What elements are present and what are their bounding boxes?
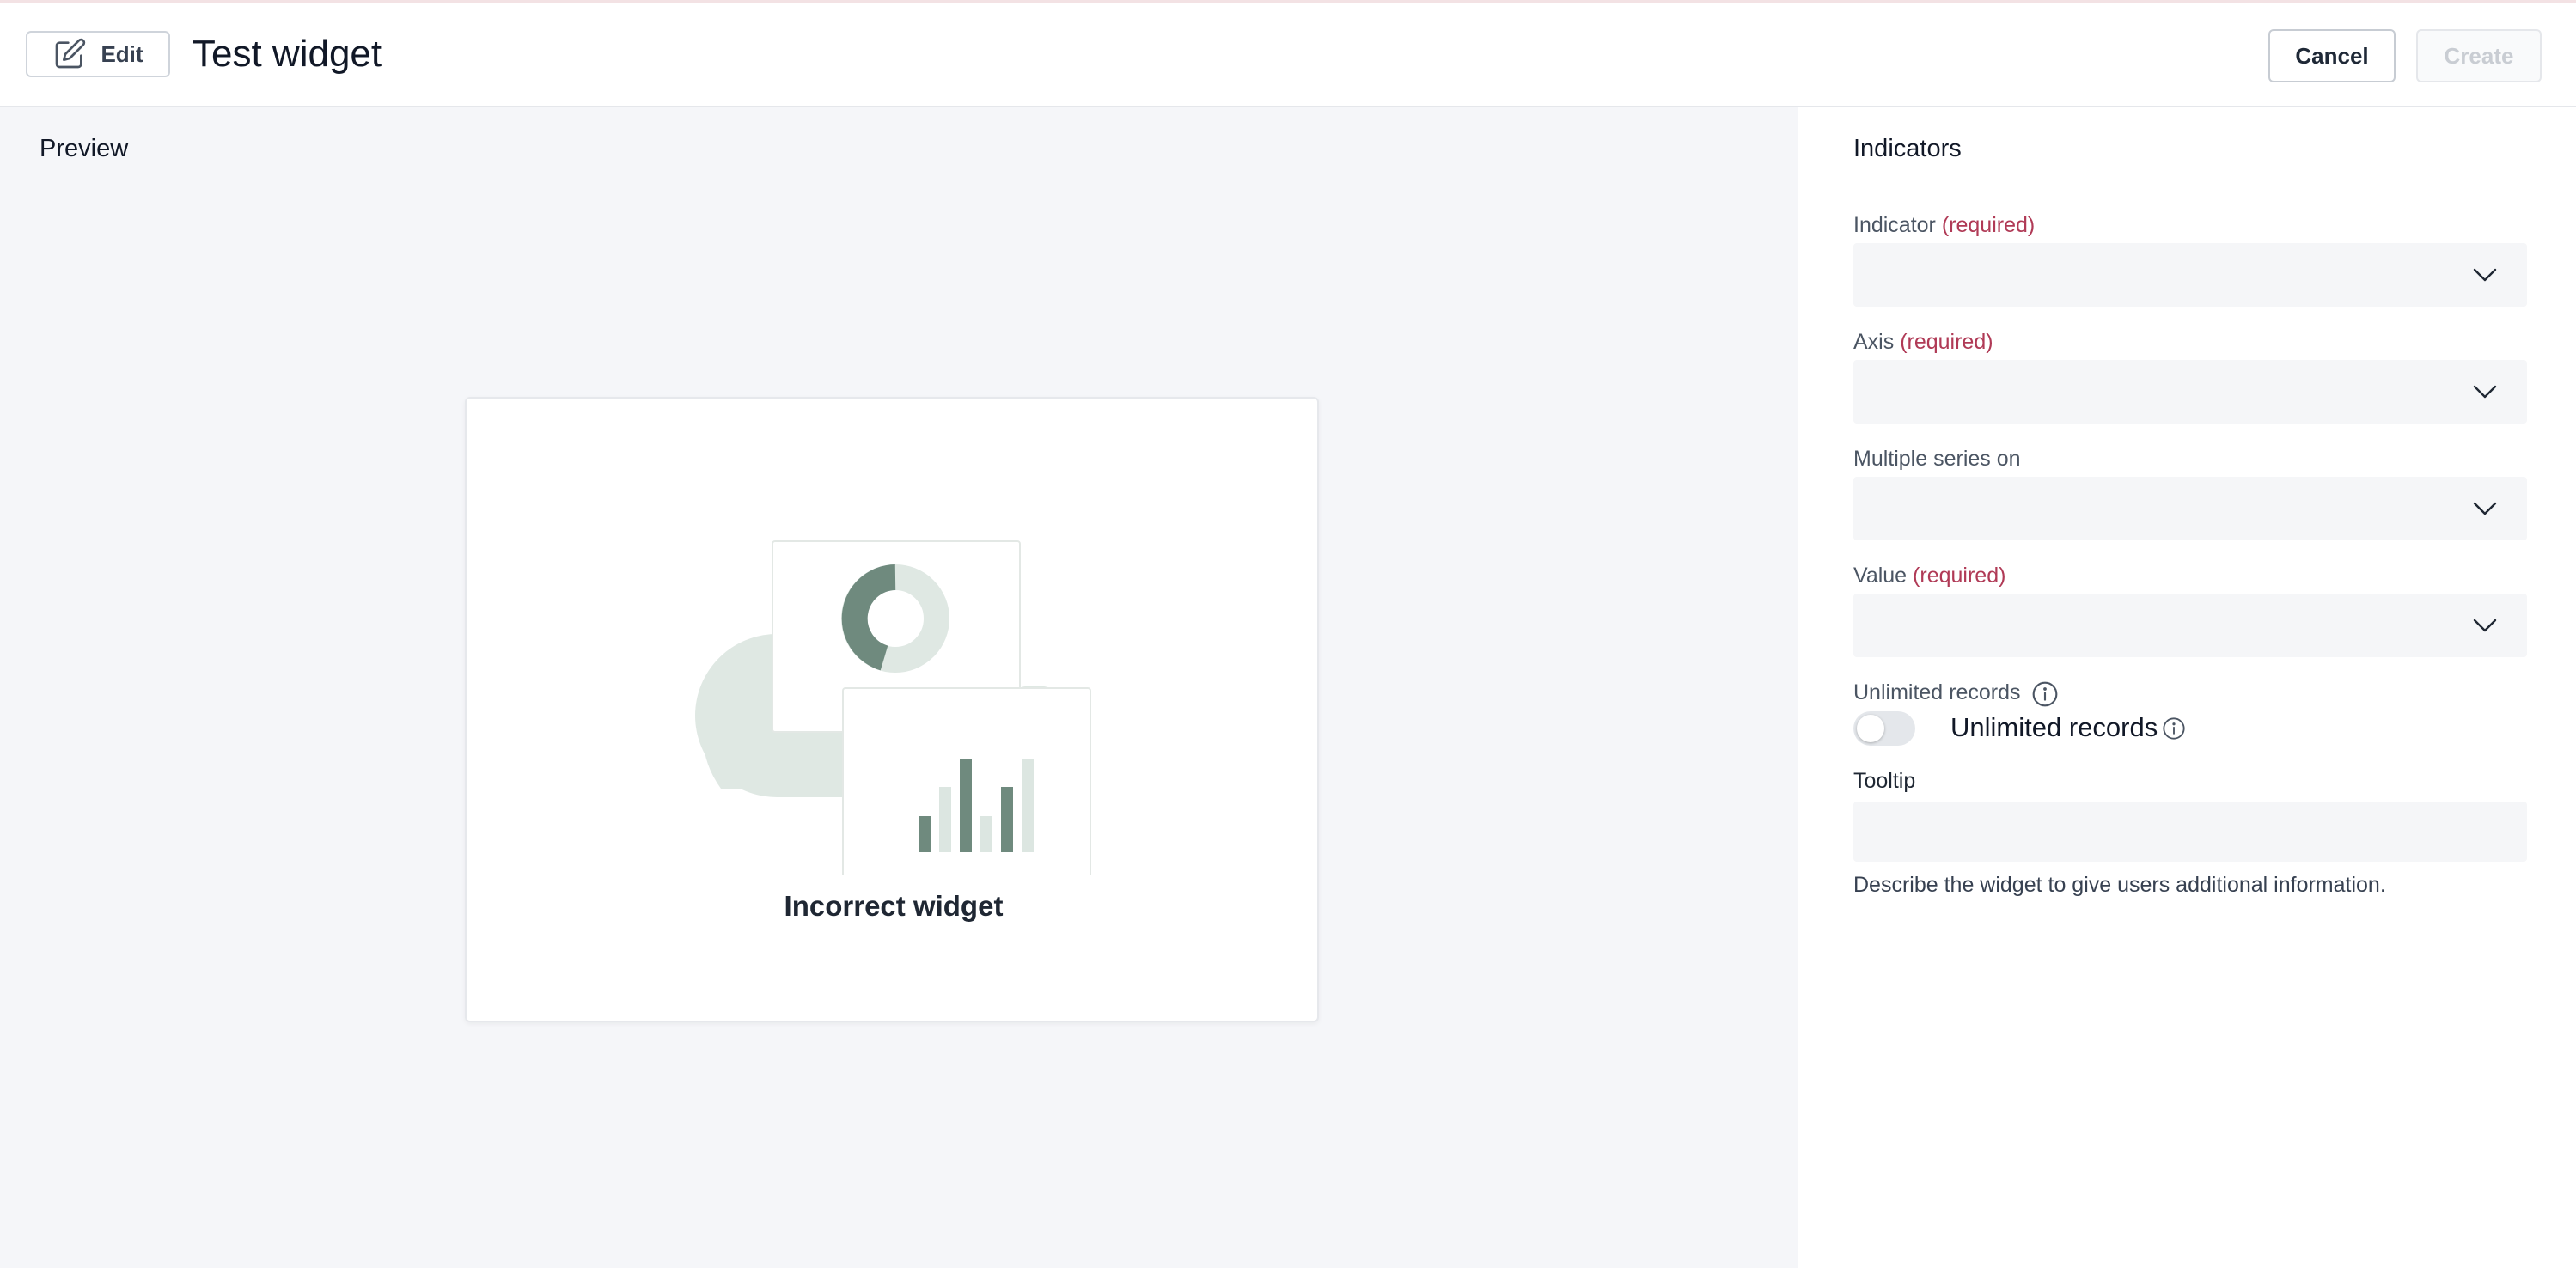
bar: [919, 816, 931, 852]
multiple-series-label: Multiple series on: [1853, 447, 2021, 472]
indicators-panel: Indicators Indicator (required) Axis (re…: [1798, 107, 2576, 1268]
chevron-down-icon: [2473, 502, 2497, 515]
value-required-text: (required): [1913, 564, 2006, 588]
create-button[interactable]: Create: [2416, 29, 2542, 82]
page-title: Test widget: [192, 33, 382, 75]
axis-required-text: (required): [1900, 330, 1993, 354]
unlimited-records-label-text: Unlimited records: [1853, 680, 2021, 704]
bar: [980, 816, 992, 852]
value-label-text: Value: [1853, 564, 1908, 588]
tooltip-label: Tooltip: [1853, 769, 1915, 794]
info-icon[interactable]: [2031, 680, 2059, 708]
preview-area: Preview Incorrect widget: [0, 107, 1798, 1268]
chevron-down-icon: [2473, 385, 2497, 399]
unlimited-records-label: Unlimited records: [1853, 680, 2021, 705]
multiple-series-label-text: Multiple series on: [1853, 447, 2021, 471]
panel-title: Indicators: [1853, 135, 1962, 162]
axis-label-text: Axis: [1853, 330, 1895, 354]
indicator-label: Indicator (required): [1853, 213, 2035, 238]
bar: [1001, 787, 1013, 852]
header: Edit Test widget Cancel Create: [0, 3, 2576, 107]
edit-button[interactable]: Edit: [26, 31, 170, 77]
toggle-knob: [1857, 715, 1884, 742]
tooltip-input[interactable]: [1853, 802, 2527, 862]
incorrect-widget-message: Incorrect widget: [784, 890, 1004, 922]
chevron-down-icon: [2473, 268, 2497, 282]
bar: [1022, 759, 1034, 852]
tooltip-label-text: Tooltip: [1853, 769, 1916, 793]
info-icon[interactable]: [2162, 716, 2186, 741]
edit-button-label: Edit: [101, 40, 143, 67]
edit-pencil-icon: [56, 38, 86, 69]
tooltip-helper-text: Describe the widget to give users additi…: [1853, 873, 2386, 897]
cancel-button[interactable]: Cancel: [2268, 29, 2396, 82]
preview-heading: Preview: [40, 135, 129, 162]
indicator-label-text: Indicator: [1853, 213, 1936, 237]
incorrect-widget-illustration: [695, 540, 1091, 875]
chevron-down-icon: [2473, 619, 2497, 632]
bar: [960, 759, 972, 852]
axis-select[interactable]: [1853, 360, 2527, 424]
widget-preview-card: Incorrect widget: [465, 397, 1319, 1022]
multiple-series-select[interactable]: [1853, 477, 2527, 540]
value-select[interactable]: [1853, 594, 2527, 657]
unlimited-records-toggle[interactable]: [1853, 711, 1915, 746]
indicator-required-text: (required): [1941, 213, 2036, 237]
unlimited-records-toggle-label: Unlimited records: [1950, 712, 2158, 742]
indicator-select[interactable]: [1853, 243, 2527, 307]
value-label: Value (required): [1853, 564, 2005, 588]
bar: [939, 787, 951, 852]
axis-label: Axis (required): [1853, 330, 1993, 355]
